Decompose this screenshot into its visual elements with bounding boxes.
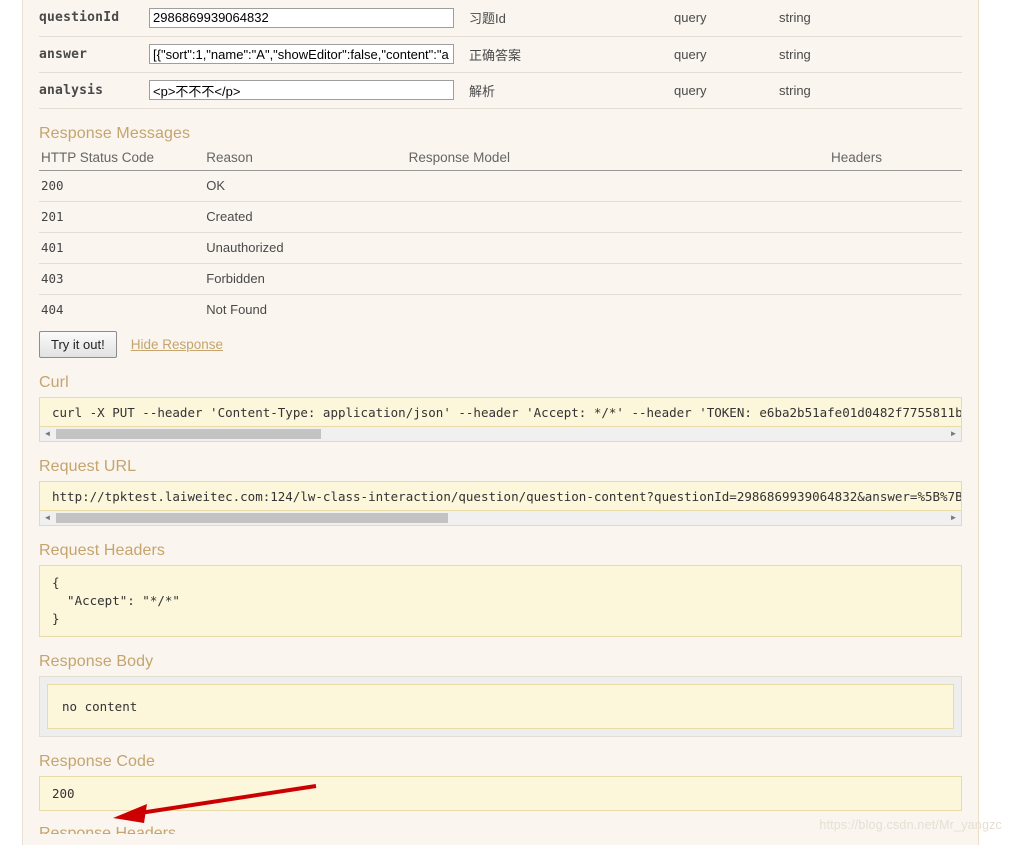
analysis-input[interactable]: [149, 80, 454, 100]
curl-section: curl -X PUT --header 'Content-Type: appl…: [39, 397, 962, 442]
curl-title: Curl: [39, 374, 69, 391]
answer-input[interactable]: [149, 44, 454, 64]
response-body-content: no content: [47, 684, 954, 730]
request-headers-title: Request Headers: [39, 542, 166, 559]
status-reason: Created: [206, 201, 409, 233]
parameter-in: query: [674, 36, 779, 73]
screenshot-root: questionId 习题Id query string answer 正确答案…: [0, 0, 1010, 845]
status-headers: [830, 232, 962, 264]
parameter-value-cell: [149, 72, 469, 109]
parameter-value-cell: [149, 0, 469, 37]
response-messages-title: Response Messages: [39, 124, 191, 142]
scrollbar-thumb[interactable]: [56, 513, 448, 523]
status-code: 403: [39, 263, 207, 295]
status-reason: Forbidden: [206, 263, 409, 295]
table-row: 401 Unauthorized: [39, 232, 962, 264]
hide-response-link[interactable]: Hide Response: [131, 337, 223, 352]
table-row: 201 Created: [39, 201, 962, 233]
response-code-value: 200: [39, 776, 962, 812]
column-header-headers: Headers: [830, 147, 962, 171]
parameter-description: 习题Id: [469, 0, 674, 37]
status-headers: [830, 263, 962, 295]
parameter-type: string: [779, 36, 962, 73]
table-row: analysis 解析 query string: [39, 72, 962, 109]
table-row: 200 OK: [39, 170, 962, 202]
status-code: 200: [39, 170, 207, 202]
parameter-name: analysis: [39, 72, 149, 109]
status-headers: [830, 201, 962, 233]
curl-horizontal-scrollbar[interactable]: ◄ ►: [39, 427, 962, 442]
response-body-title: Response Body: [39, 653, 154, 671]
submit-row: Try it out! Hide Response: [39, 331, 962, 358]
table-row: 403 Forbidden: [39, 263, 962, 295]
status-code: 404: [41, 302, 64, 318]
parameter-value-cell: [149, 36, 469, 73]
response-body-container: no content: [39, 676, 962, 738]
scroll-left-icon[interactable]: ◄: [41, 511, 54, 524]
status-reason: Not Found: [206, 302, 267, 318]
scroll-left-icon[interactable]: ◄: [41, 427, 54, 440]
parameters-table: questionId 习题Id query string answer 正确答案…: [39, 0, 962, 109]
status-model: [408, 201, 831, 233]
column-header-response-model: Response Model: [408, 147, 831, 171]
parameter-name: questionId: [39, 0, 149, 37]
scroll-right-icon[interactable]: ►: [947, 427, 960, 440]
parameter-name: answer: [39, 36, 149, 73]
parameter-type: string: [779, 0, 962, 37]
request-url-horizontal-scrollbar[interactable]: ◄ ►: [39, 511, 962, 526]
column-header-status-code: HTTP Status Code: [39, 147, 207, 171]
questionid-input[interactable]: [149, 7, 454, 28]
parameter-in: query: [674, 72, 779, 109]
status-code: 401: [39, 232, 207, 264]
table-row: answer 正确答案 query string: [39, 36, 962, 73]
table-header-row: HTTP Status Code Reason Response Model H…: [39, 147, 962, 171]
status-code: 201: [39, 201, 207, 233]
operation-content-panel: questionId 习题Id query string answer 正确答案…: [22, 0, 979, 845]
status-headers: [830, 170, 962, 202]
status-headers: [831, 294, 962, 325]
scroll-right-icon[interactable]: ►: [947, 511, 960, 524]
watermark-text: https://blog.csdn.net/Mr_yangzc: [819, 818, 1002, 832]
status-model: [408, 170, 831, 202]
response-code-title: Response Code: [39, 753, 156, 771]
parameter-in: query: [674, 0, 779, 37]
status-reason: OK: [206, 170, 409, 202]
parameter-type: string: [779, 72, 962, 109]
status-model: [408, 263, 831, 295]
request-url-value: http://tpktest.laiweitec.com:124/lw-clas…: [39, 481, 962, 511]
curl-command: curl -X PUT --header 'Content-Type: appl…: [39, 397, 962, 427]
parameter-description: 解析: [469, 72, 674, 109]
table-row: 404 Not Found: [39, 294, 962, 325]
status-model: [409, 294, 831, 325]
table-row: questionId 习题Id query string: [39, 0, 962, 37]
request-url-section: http://tpktest.laiweitec.com:124/lw-clas…: [39, 481, 962, 526]
status-reason: Unauthorized: [206, 232, 409, 264]
try-it-out-button[interactable]: Try it out!: [39, 331, 117, 358]
request-url-title: Request URL: [39, 458, 137, 475]
column-header-reason: Reason: [206, 147, 409, 171]
scrollbar-thumb[interactable]: [56, 429, 321, 439]
response-messages-table: HTTP Status Code Reason Response Model H…: [39, 147, 962, 326]
request-headers-body: { "Accept": "*/*" }: [39, 565, 962, 638]
status-model: [408, 232, 831, 264]
parameter-description: 正确答案: [469, 36, 674, 73]
